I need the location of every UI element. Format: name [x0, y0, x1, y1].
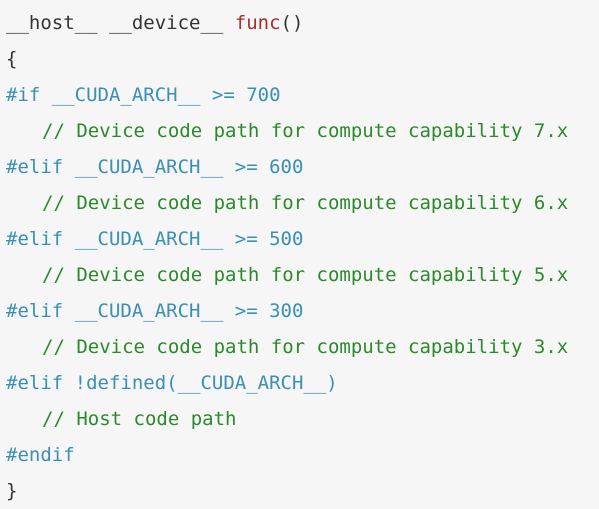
code-comment: // Device code path for compute capabili…: [42, 120, 569, 142]
code-comment: // Device code path for compute capabili…: [42, 336, 569, 358]
code-line-directive-elif: #elif !defined(__CUDA_ARCH__): [6, 372, 338, 394]
code-line-directive-if: #if __CUDA_ARCH__ >= 700: [6, 84, 281, 106]
function-parens: (): [280, 12, 304, 34]
code-line-open-brace: {: [6, 48, 18, 70]
function-name: func: [234, 12, 281, 34]
code-snippet: __host__ __device__ func() { #if __CUDA_AR…: [0, 0, 599, 502]
function-qualifiers: __host__ __device__: [6, 12, 235, 34]
code-line-directive-endif: #endif: [6, 444, 75, 466]
code-line-directive-elif: #elif __CUDA_ARCH__ >= 500: [6, 228, 304, 250]
code-line-function-signature: __host__ __device__ func(): [6, 5, 599, 41]
code-line-comment: // Device code path for compute capabili…: [6, 185, 599, 221]
code-comment: // Device code path for compute capabili…: [42, 264, 569, 286]
code-comment: // Device code path for compute capabili…: [42, 192, 569, 214]
code-line-comment: // Device code path for compute capabili…: [6, 329, 599, 365]
code-line-comment: // Device code path for compute capabili…: [6, 257, 599, 293]
code-line-comment: // Host code path: [6, 401, 599, 437]
code-line-close-brace: }: [6, 480, 18, 502]
code-line-directive-elif: #elif __CUDA_ARCH__ >= 300: [6, 300, 304, 322]
code-line-comment: // Device code path for compute capabili…: [6, 113, 599, 149]
code-comment: // Host code path: [42, 408, 237, 430]
code-line-directive-elif: #elif __CUDA_ARCH__ >= 600: [6, 156, 304, 178]
